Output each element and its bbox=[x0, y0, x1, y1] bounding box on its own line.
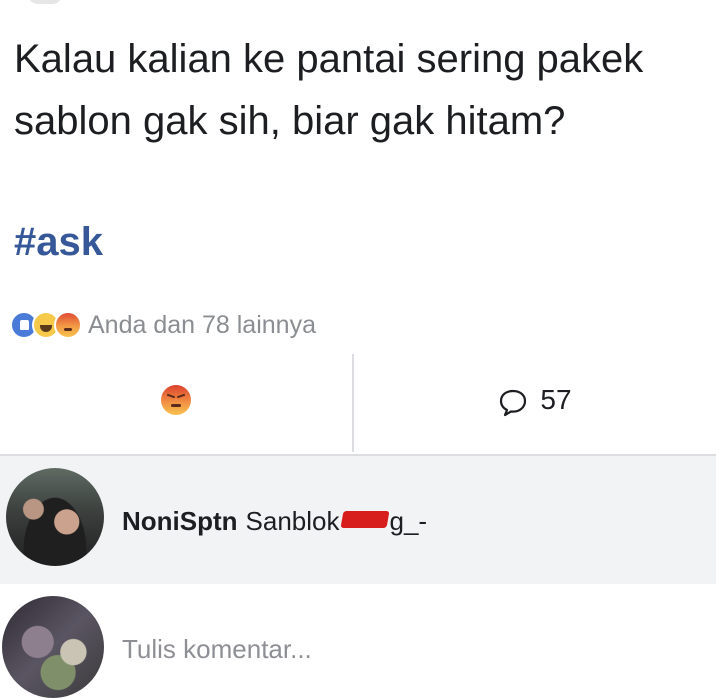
comment-body: NoniSptn Sanblok g_- bbox=[122, 506, 427, 537]
comment-count: 57 bbox=[540, 384, 572, 415]
comment-button[interactable]: 57 bbox=[354, 346, 716, 454]
angry-icon bbox=[54, 311, 82, 339]
censor-scribble bbox=[340, 511, 389, 528]
post-text: Kalau kalian ke pantai sering pakek sabl… bbox=[14, 37, 644, 143]
reaction-icons bbox=[10, 311, 82, 339]
comment-item: NoniSptn Sanblok g_- bbox=[0, 456, 716, 584]
comment-text-end: g_- bbox=[389, 506, 428, 536]
author-avatar-fragment bbox=[28, 0, 62, 4]
comment-author[interactable]: NoniSptn bbox=[122, 506, 238, 536]
comment-input[interactable]: Tulis komentar... bbox=[122, 634, 312, 665]
react-button[interactable] bbox=[0, 346, 352, 454]
hashtag-link[interactable]: #ask bbox=[14, 216, 103, 268]
reactions-summary[interactable]: Anda dan 78 lainnya bbox=[10, 307, 316, 343]
post-actions-bar: 57 bbox=[0, 346, 716, 456]
speech-bubble-icon bbox=[500, 389, 527, 417]
current-user-avatar bbox=[2, 596, 104, 698]
angry-icon bbox=[161, 385, 191, 415]
comment-composer: Tulis komentar... bbox=[0, 590, 716, 698]
commenter-avatar[interactable] bbox=[6, 468, 104, 566]
comment-text-start: Sanblok bbox=[245, 506, 340, 536]
reactions-count-text: Anda dan 78 lainnya bbox=[88, 310, 316, 339]
